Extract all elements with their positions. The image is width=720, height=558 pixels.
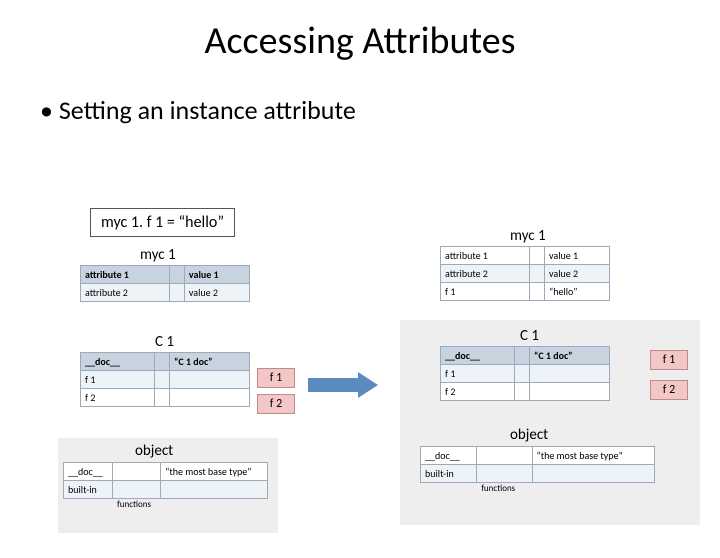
right-myc1-header: myc 1 xyxy=(510,227,546,245)
left-f2-box: f 2 xyxy=(257,394,295,414)
right-object-header: object xyxy=(510,426,548,444)
left-myc1-table: attribute 1value 1 attribute 2value 2 xyxy=(80,265,250,302)
left-f1-box: f 1 xyxy=(257,368,295,388)
right-myc1-table: attribute 1value 1 attribute 2value 2 f … xyxy=(440,246,610,301)
right-f1-box: f 1 xyxy=(650,350,688,370)
slide-title: Accessing Attributes xyxy=(0,18,720,64)
left-c1-table: __doc__“C 1 doc” f 1 f 2 xyxy=(80,352,250,407)
arrow-icon xyxy=(308,372,378,398)
code-statement: myc 1. f 1 = “hello” xyxy=(90,208,235,237)
right-f2-box: f 2 xyxy=(650,380,688,400)
bullet-text: Setting an instance attribute xyxy=(40,94,720,126)
left-myc1-header: myc 1 xyxy=(140,246,176,264)
right-c1-header: C 1 xyxy=(520,327,539,345)
left-c1-header: C 1 xyxy=(155,333,174,351)
right-object-table: __doc__“the most base type” built-infunc… xyxy=(420,446,655,483)
left-object-header: object xyxy=(135,442,173,460)
right-c1-table: __doc__“C 1 doc” f 1 f 2 xyxy=(440,346,610,401)
left-object-table: __doc__“the most base type” built-infunc… xyxy=(63,462,268,499)
